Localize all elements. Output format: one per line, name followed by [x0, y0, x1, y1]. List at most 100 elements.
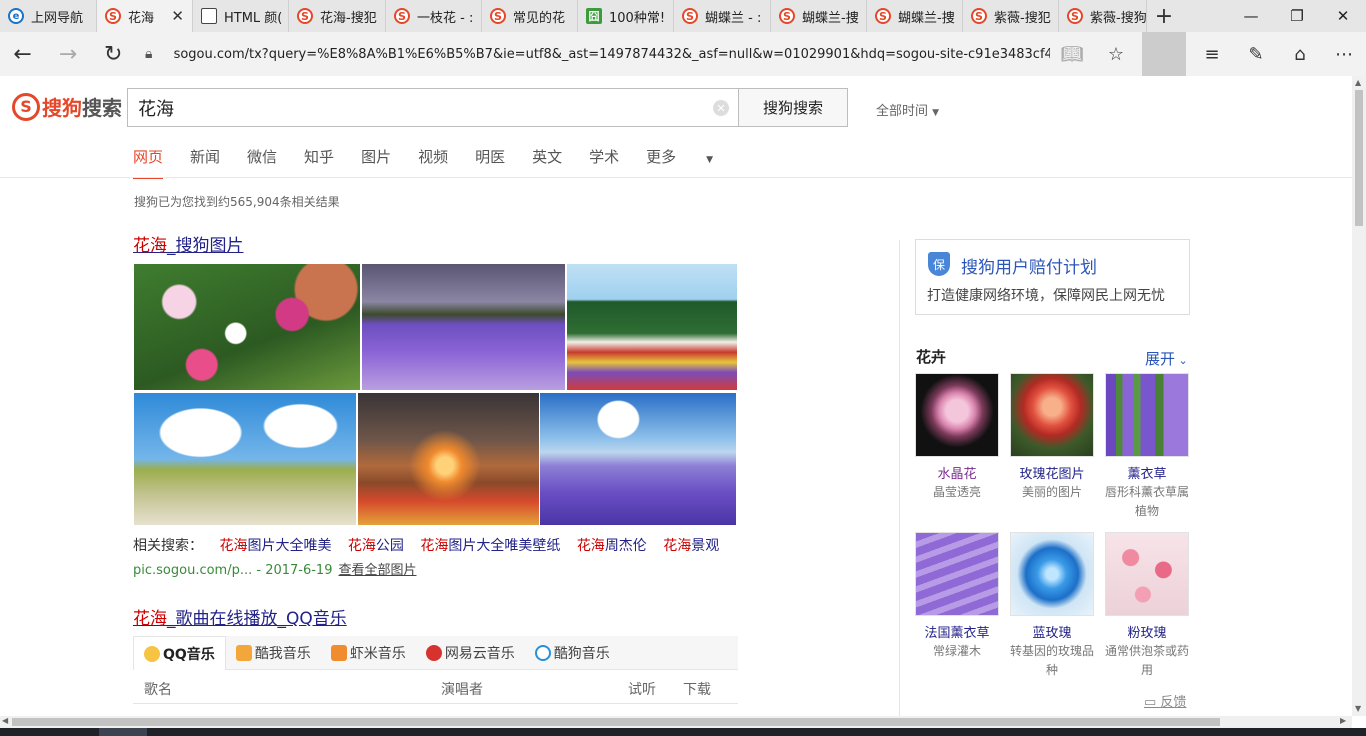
tab-more[interactable]: 更多 ▼	[646, 146, 740, 179]
tab-news[interactable]: 新闻	[190, 146, 220, 179]
close-window-icon[interactable]: ✕	[1320, 0, 1366, 32]
taskbar	[0, 728, 1366, 736]
scroll-right-icon[interactable]: ▶	[1340, 716, 1346, 725]
french-lavender-thumb	[915, 532, 999, 616]
sunset-field-image[interactable]	[358, 393, 539, 525]
striped-field-image[interactable]	[567, 264, 737, 390]
section-title: 花卉	[916, 348, 947, 366]
flower-card[interactable]: 粉玫瑰 通常供泡茶或药用	[1105, 532, 1189, 680]
lavender-sky-image[interactable]	[540, 393, 736, 525]
restore-icon[interactable]: ❐	[1274, 0, 1320, 32]
related-link[interactable]: 花海景观	[663, 538, 719, 554]
expand-button[interactable]: 展开 ⌄	[1145, 348, 1188, 369]
lavender-field-image[interactable]	[362, 264, 565, 390]
taskbar-active-item[interactable]	[99, 728, 147, 736]
scroll-thumb[interactable]	[12, 718, 1220, 726]
related-link[interactable]: 花海图片大全唯美	[219, 538, 331, 554]
tab-search[interactable]: S 一枝花 - :	[386, 0, 482, 32]
logo-mark: S	[12, 92, 40, 121]
horizontal-scrollbar[interactable]: ◀ ▶	[0, 716, 1352, 728]
related-link[interactable]: 花海图片大全唯美壁纸	[420, 538, 560, 554]
tab-html[interactable]: HTML 颜(	[193, 0, 289, 32]
tab-zhihu[interactable]: 知乎	[304, 146, 334, 179]
view-all-images-link[interactable]: 查看全部图片	[338, 563, 416, 578]
kugou-icon	[534, 645, 551, 661]
tab-web[interactable]: 网页	[133, 146, 164, 179]
time-filter-dropdown[interactable]: 全部时间 ▼	[876, 100, 939, 119]
tab-xiami-music[interactable]: 虾米音乐	[321, 636, 416, 670]
result-cite: pic.sogou.com/p... - 2017-6-19 查看全部图片	[133, 559, 417, 578]
shield-icon: 保	[928, 252, 950, 276]
feedback-link[interactable]: ▭ 反馈	[1144, 691, 1186, 710]
vertical-scrollbar[interactable]: ▲ ▼	[1352, 76, 1366, 716]
tab-search[interactable]: S 蝴蝶兰-捜	[771, 0, 867, 32]
clear-icon[interactable]: ✕	[713, 100, 729, 116]
related-link[interactable]: 花海公园	[348, 538, 404, 554]
tab-search[interactable]: S 紫薇-搜犯	[963, 0, 1059, 32]
search-button[interactable]: 搜狗搜索	[738, 88, 848, 127]
url-field[interactable]: sogou.com/tx?query=%E8%8A%B1%E6%B5%B7&ie…	[174, 47, 1050, 62]
tab-search[interactable]: S 蝴蝶兰 - :	[674, 0, 771, 32]
tab-english[interactable]: 英文	[532, 146, 562, 179]
tab-search[interactable]: 囧 100种常!	[578, 0, 674, 32]
hub-icon[interactable]: ≡	[1190, 32, 1234, 76]
flower-card[interactable]: 水晶花 晶莹透亮	[915, 373, 999, 502]
logo-text: 搜狗	[42, 96, 82, 120]
minimize-icon[interactable]: —	[1228, 0, 1274, 32]
flower-image[interactable]	[134, 264, 360, 390]
flower-card[interactable]: 薰衣草 唇形科薰衣草属植物	[1105, 373, 1189, 521]
share-icon[interactable]: ⌂	[1278, 32, 1322, 76]
card-name: 水晶花	[937, 467, 977, 482]
tab-weixin[interactable]: 微信	[247, 146, 277, 179]
tab-kuwo-music[interactable]: 酷我音乐	[226, 636, 321, 670]
tab-search[interactable]: S 紫薇-搜狗	[1059, 0, 1147, 32]
compensation-plan-card[interactable]: 保 搜狗用户赔付计划 打造健康网络环境，保障网民上网无忧	[915, 239, 1190, 315]
tab-search[interactable]: S 花海-搜犯	[289, 0, 386, 32]
highlight: 花海	[347, 538, 376, 554]
tab-images[interactable]: 图片	[361, 146, 391, 179]
tab-huahai-active[interactable]: S 花海 ✕	[97, 0, 193, 32]
time-filter-label: 全部时间	[876, 104, 929, 119]
tab-kugou-music[interactable]: 酷狗音乐	[525, 636, 620, 670]
scroll-down-icon[interactable]: ▼	[1355, 704, 1361, 713]
flower-card[interactable]: 玫瑰花图片 美丽的图片	[1010, 373, 1094, 502]
reading-view-icon[interactable]: 📖︎	[1050, 32, 1094, 76]
flower-card[interactable]: 蓝玫瑰 转基因的玫瑰品种	[1010, 532, 1094, 680]
flower-card[interactable]: 法国薰衣草 常绿灌木	[915, 532, 999, 661]
web-note-icon[interactable]: ✎	[1234, 32, 1278, 76]
blue-rose-thumb	[1010, 532, 1094, 616]
sogou-icon: S	[490, 8, 506, 24]
scroll-thumb[interactable]	[1355, 90, 1363, 226]
new-tab-button[interactable]: +	[1147, 0, 1181, 32]
column-artist: 演唱者	[441, 682, 483, 698]
tab-label: 上网导航	[31, 10, 84, 26]
card-desc: 唇形科薰衣草属植物	[1105, 485, 1190, 518]
favorite-star-icon[interactable]: ☆	[1094, 32, 1138, 76]
forward-icon[interactable]: →	[45, 32, 90, 76]
tab-qq-music[interactable]: QQ音乐	[133, 636, 226, 670]
crystal-flower-thumb	[915, 373, 999, 457]
related-link[interactable]: 花海周杰伦	[577, 538, 647, 554]
more-icon[interactable]: ⋯	[1322, 32, 1366, 76]
tab-video[interactable]: 视频	[418, 146, 448, 179]
link-text: 图片大全唯美	[247, 538, 332, 554]
result-title-images[interactable]: 花海_搜狗图片	[133, 231, 244, 256]
refresh-icon[interactable]: ↻	[91, 32, 136, 76]
scroll-up-icon[interactable]: ▲	[1355, 78, 1361, 87]
search-input[interactable]	[128, 89, 688, 126]
tab-search[interactable]: S 常见的花	[482, 0, 578, 32]
tab-medical[interactable]: 明医	[475, 146, 505, 179]
tab-search[interactable]: S 蝴蝶兰-捜	[867, 0, 963, 32]
sidebar-divider	[899, 240, 900, 716]
result-title-music[interactable]: 花海_歌曲在线播放_QQ音乐	[133, 604, 347, 629]
tab-academic[interactable]: 学术	[589, 146, 619, 179]
tab-shangwang[interactable]: e 上网导航	[0, 0, 97, 32]
close-icon[interactable]: ✕	[171, 7, 184, 25]
card-desc: 美丽的图片	[1021, 485, 1082, 499]
sogou-logo[interactable]: S 搜狗 搜索	[12, 92, 122, 121]
tab-netease-music[interactable]: 网易云音乐	[416, 636, 525, 670]
meadow-sky-image[interactable]	[134, 393, 356, 525]
back-icon[interactable]: ←	[0, 32, 45, 76]
caret-down-icon: ▼	[932, 108, 940, 118]
scroll-left-icon[interactable]: ◀	[2, 716, 8, 725]
